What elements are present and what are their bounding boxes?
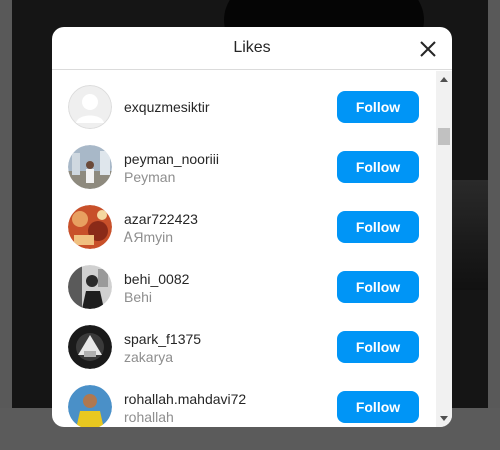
- scroll-up-icon[interactable]: [440, 77, 448, 82]
- follow-button[interactable]: Follow: [337, 211, 419, 243]
- full-name: Behi: [124, 289, 153, 305]
- follow-button[interactable]: Follow: [337, 151, 419, 183]
- username-link[interactable]: azar722423: [124, 210, 198, 228]
- likes-list: exquzmesiktir Follow peyman_nooriii Peym…: [52, 71, 436, 427]
- dialog-title: Likes: [233, 39, 271, 56]
- scroll-thumb[interactable]: [438, 128, 450, 145]
- list-item: azar722423 ᎪЯmyin Follow: [52, 197, 436, 257]
- username-link[interactable]: peyman_nooriii: [124, 150, 219, 168]
- list-item: spark_f1375 zakarya Follow: [52, 317, 436, 377]
- full-name: Peyman: [124, 169, 176, 185]
- list-scrollbar[interactable]: [436, 71, 452, 427]
- full-name: zakarya: [124, 349, 174, 365]
- list-item: rohallah.mahdavi72 rohallah Follow: [52, 377, 436, 427]
- close-icon: [420, 41, 436, 57]
- list-item: peyman_nooriii Peyman Follow: [52, 137, 436, 197]
- dialog-header: Likes: [52, 27, 452, 70]
- full-name: ᎪЯmyin: [124, 229, 174, 245]
- follow-button[interactable]: Follow: [337, 271, 419, 303]
- background-detail: [450, 180, 488, 290]
- follow-button[interactable]: Follow: [337, 331, 419, 363]
- username-link[interactable]: rohallah.mahdavi72: [124, 390, 246, 408]
- avatar[interactable]: [68, 145, 112, 189]
- follow-button[interactable]: Follow: [337, 391, 419, 423]
- full-name: rohallah: [124, 409, 174, 425]
- scroll-down-icon[interactable]: [440, 416, 448, 421]
- follow-button[interactable]: Follow: [337, 91, 419, 123]
- default-avatar-icon[interactable]: [68, 85, 112, 129]
- avatar[interactable]: [68, 385, 112, 427]
- list-item: exquzmesiktir Follow: [52, 77, 436, 137]
- avatar[interactable]: [68, 265, 112, 309]
- username-link[interactable]: exquzmesiktir: [124, 98, 210, 116]
- username-link[interactable]: spark_f1375: [124, 330, 201, 348]
- avatar[interactable]: [68, 205, 112, 249]
- list-item: behi_0082 Behi Follow: [52, 257, 436, 317]
- username-link[interactable]: behi_0082: [124, 270, 189, 288]
- likes-dialog: Likes exquzmesiktir Follow peyman_noorii…: [52, 27, 452, 427]
- avatar[interactable]: [68, 325, 112, 369]
- close-button[interactable]: [418, 39, 438, 59]
